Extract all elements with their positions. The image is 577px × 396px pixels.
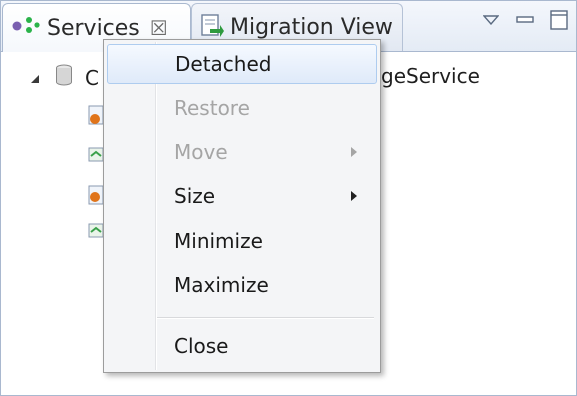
- menu-item-maximize[interactable]: Maximize: [107, 265, 377, 305]
- minimize-icon[interactable]: [514, 9, 536, 31]
- database-icon: [55, 64, 73, 91]
- tree-root-row[interactable]: C: [29, 64, 99, 91]
- tree-root-label-end: geService: [381, 64, 480, 88]
- view-context-menu: Detached Restore Move Size Minimize Maxi…: [103, 39, 381, 373]
- view-toolbar: [480, 9, 570, 31]
- close-icon[interactable]: ☒: [150, 16, 168, 40]
- menu-item-size[interactable]: Size: [107, 176, 377, 216]
- eclipse-view-window: Services ☒ Migration View C geService De…: [0, 0, 577, 396]
- tab-migration-view-label: Migration View: [230, 15, 393, 40]
- menu-item-label: Minimize: [174, 229, 263, 253]
- view-menu-icon[interactable]: [480, 9, 502, 31]
- menu-item-minimize[interactable]: Minimize: [107, 221, 377, 261]
- tree-root-label-start: C: [85, 65, 99, 90]
- menu-item-label: Move: [174, 140, 228, 164]
- menu-item-label: Close: [174, 334, 229, 358]
- submenu-arrow-icon: [351, 191, 357, 201]
- menu-item-label: Restore: [174, 96, 250, 120]
- expand-arrow-icon[interactable]: [29, 66, 41, 90]
- menu-separator: [157, 317, 374, 319]
- menu-item-move[interactable]: Move: [107, 132, 377, 172]
- menu-item-detached[interactable]: Detached: [107, 44, 377, 84]
- menu-item-restore[interactable]: Restore: [107, 88, 377, 128]
- services-icon: [11, 14, 41, 42]
- menu-item-label: Maximize: [174, 273, 269, 297]
- maximize-icon[interactable]: [548, 9, 570, 31]
- menu-item-label: Size: [174, 184, 216, 208]
- tree-root-label-suffix: geService: [381, 64, 480, 88]
- menu-item-close[interactable]: Close: [107, 326, 377, 366]
- submenu-arrow-icon: [351, 147, 357, 157]
- menu-item-label: Detached: [175, 52, 272, 76]
- tab-services-label: Services: [47, 15, 140, 41]
